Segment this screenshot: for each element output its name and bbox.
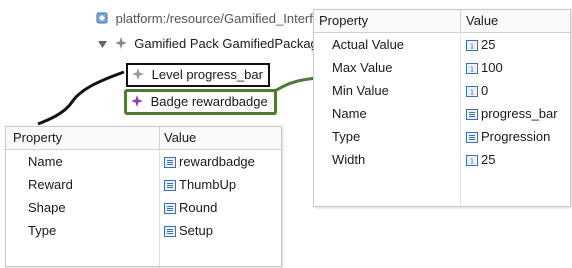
level-property-row[interactable]: Min Value 1 0 bbox=[314, 79, 570, 102]
badge-property-row[interactable]: Shape Round bbox=[6, 196, 281, 219]
list-prop-icon bbox=[466, 127, 478, 150]
level-property-row[interactable]: Name progress_bar bbox=[314, 102, 570, 125]
number-prop-icon: 1 bbox=[466, 150, 478, 173]
tree-root-resource[interactable]: platform:/resource/Gamified_Interfaces/ bbox=[96, 10, 344, 28]
tree-item-badge[interactable]: Badge rewardbadge bbox=[124, 89, 277, 115]
property-value-text: Progression bbox=[481, 129, 551, 144]
list-prop-icon bbox=[164, 221, 176, 244]
property-value-text: progress_bar bbox=[481, 106, 558, 121]
property-value[interactable]: Setup bbox=[164, 219, 213, 244]
list-prop-icon bbox=[164, 198, 176, 221]
number-prop-icon: 1 bbox=[466, 58, 478, 81]
level-property-row[interactable]: Actual Value 1 25 bbox=[314, 33, 570, 56]
badge-property-rows: Name rewardbadge Reward ThumbUp Shape Round Ty… bbox=[6, 150, 281, 242]
property-value-text: 25 bbox=[481, 37, 496, 52]
badge-header-value: Value bbox=[164, 130, 197, 145]
tree-item-gamified-pack[interactable]: Gamified Pack GamifiedPackage bbox=[98, 35, 325, 53]
property-value[interactable]: 1 25 bbox=[466, 148, 495, 173]
badge-property-row[interactable]: Type Setup bbox=[6, 219, 281, 242]
tree-badge-label: Badge rewardbadge bbox=[150, 94, 268, 109]
tree-level-label: Level progress_bar bbox=[151, 67, 263, 82]
property-value-text: Round bbox=[179, 200, 218, 215]
property-key: Name bbox=[28, 154, 63, 169]
level-property-rows: Actual Value 1 25 Max Value 1 100 Min Value 1 0 N… bbox=[314, 33, 570, 171]
property-value-text: ThumbUp bbox=[179, 177, 237, 192]
svg-text:1: 1 bbox=[470, 158, 474, 166]
level-header-value: Value bbox=[466, 13, 499, 28]
property-key: Name bbox=[332, 106, 367, 121]
property-key: Width bbox=[332, 152, 366, 167]
property-value[interactable]: Round bbox=[164, 196, 217, 221]
property-value-text: 25 bbox=[481, 152, 496, 167]
property-value-text: rewardbadge bbox=[179, 154, 255, 169]
property-value-text: 0 bbox=[481, 83, 489, 98]
badge-header-property: Property bbox=[13, 130, 63, 145]
property-value-text: 100 bbox=[481, 60, 503, 75]
property-value[interactable]: ThumbUp bbox=[164, 173, 236, 198]
property-key: Shape bbox=[28, 200, 66, 215]
property-key: Max Value bbox=[332, 60, 393, 75]
pack-diamond-icon bbox=[114, 36, 127, 54]
badge-diamond-icon bbox=[131, 94, 143, 112]
number-prop-icon: 1 bbox=[466, 81, 478, 104]
level-header-property: Property bbox=[319, 13, 369, 28]
tree-root-label: platform:/resource/Gamified_Interfaces/ bbox=[115, 11, 344, 26]
svg-text:1: 1 bbox=[470, 66, 474, 74]
level-property-row[interactable]: Width 1 25 bbox=[314, 148, 570, 171]
property-value[interactable]: 10 bbox=[466, 79, 488, 104]
property-key: Type bbox=[332, 129, 361, 144]
property-value-text: Setup bbox=[179, 223, 213, 238]
level-property-row[interactable]: Max Value 1 100 bbox=[314, 56, 570, 79]
svg-text:1: 1 bbox=[470, 43, 474, 51]
property-value[interactable]: 1 100 bbox=[466, 56, 503, 81]
property-value[interactable]: Progression bbox=[466, 125, 550, 150]
level-diamond-icon bbox=[132, 67, 144, 85]
property-value[interactable]: 1 25 bbox=[466, 33, 495, 58]
property-value[interactable]: progress_bar bbox=[466, 102, 558, 127]
svg-text:1: 1 bbox=[470, 89, 474, 97]
level-panel-header: Property Value bbox=[314, 10, 570, 33]
column-separator[interactable] bbox=[460, 10, 461, 32]
level-properties-panel: Property Value Actual Value 1 25 Max Value 1… bbox=[313, 9, 571, 207]
expand-triangle-icon[interactable] bbox=[98, 36, 107, 54]
list-prop-icon bbox=[164, 175, 176, 198]
text-prop-icon bbox=[466, 104, 478, 127]
badge-properties-panel: Property Value Name rewardbadge Reward Thum… bbox=[5, 126, 282, 267]
badge-property-row[interactable]: Name rewardbadge bbox=[6, 150, 281, 173]
text-prop-icon bbox=[164, 152, 176, 175]
resource-icon bbox=[96, 11, 108, 29]
property-value[interactable]: rewardbadge bbox=[164, 150, 255, 175]
property-key: Actual Value bbox=[332, 37, 405, 52]
tree-item-level[interactable]: Level progress_bar bbox=[126, 63, 270, 87]
number-prop-icon: 1 bbox=[466, 35, 478, 58]
property-key: Min Value bbox=[332, 83, 389, 98]
badge-panel-header: Property Value bbox=[6, 127, 281, 150]
tree-pack-label: Gamified Pack GamifiedPackage bbox=[134, 36, 326, 51]
property-key: Reward bbox=[28, 177, 73, 192]
property-key: Type bbox=[28, 223, 57, 238]
badge-property-row[interactable]: Reward ThumbUp bbox=[6, 173, 281, 196]
column-separator[interactable] bbox=[159, 127, 160, 149]
level-property-row[interactable]: Type Progression bbox=[314, 125, 570, 148]
level-to-badge-panel-connector bbox=[37, 70, 125, 126]
